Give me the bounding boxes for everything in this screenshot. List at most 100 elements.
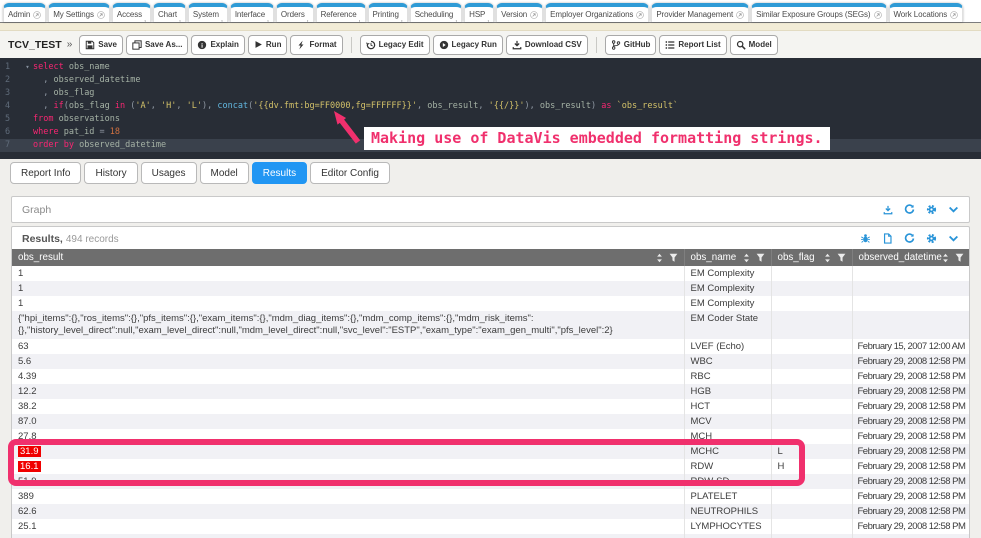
nav-tab-scheduling[interactable]: Scheduling, [410, 3, 462, 22]
results-panel: Results,494 records obs_resultobs_nameob… [11, 226, 970, 538]
button-label: Save As... [145, 40, 183, 49]
refresh-icon[interactable] [904, 233, 915, 244]
sort-icon[interactable] [824, 253, 831, 263]
table-row[interactable]: 38.2HCTFebruary 29, 2008 12:58 PM [12, 399, 969, 414]
table-row[interactable]: {"hpi_items":{},"ros_items":{},"pfs_item… [12, 311, 969, 339]
nav-tab-label: Access [117, 10, 142, 19]
table-row[interactable]: 63LVEF (Echo)February 15, 2007 12:00 AM [12, 339, 969, 354]
table-row[interactable]: 389PLATELETFebruary 29, 2008 12:58 PM [12, 489, 969, 504]
nav-tab-similar-exposure-groups-segs[interactable]: Similar Exposure Groups (SEGs) [751, 3, 886, 22]
chevron-down-icon[interactable] [948, 233, 959, 244]
table-row[interactable]: 12.2HGBFebruary 29, 2008 12:58 PM [12, 384, 969, 399]
tab-model[interactable]: Model [200, 162, 249, 184]
nav-tab-reference[interactable]: Reference, [316, 3, 366, 22]
github-button[interactable]: GitHub [605, 35, 657, 55]
column-header-obs-flag[interactable]: obs_flag [771, 249, 852, 266]
run-button[interactable]: Run [248, 35, 288, 55]
cell-observed-datetime: February 29, 2008 12:58 PM [852, 444, 969, 459]
model-button[interactable]: Model [730, 35, 778, 55]
cell-observed-datetime: February 29, 2008 12:58 PM [852, 369, 969, 384]
view-tabs: Report InfoHistoryUsagesModelResultsEdit… [0, 162, 981, 184]
format-button[interactable]: Format [290, 35, 342, 55]
explain-button[interactable]: iExplain [191, 35, 244, 55]
table-row[interactable]: 5.6WBCFebruary 29, 2008 12:58 PM [12, 354, 969, 369]
cell-obs-name: EM Coder State [684, 311, 771, 339]
tab-results[interactable]: Results [252, 162, 307, 184]
graph-panel: Graph [11, 196, 970, 223]
download-csv-button[interactable]: Download CSV [506, 35, 588, 55]
tab-history[interactable]: History [84, 162, 137, 184]
button-label: Report List [678, 40, 720, 49]
nav-tab-employer-organizations[interactable]: Employer Organizations [545, 3, 649, 22]
report-name-expander[interactable]: » [67, 39, 73, 50]
nav-tab-version[interactable]: Version [496, 3, 543, 22]
save-button[interactable]: Save [79, 35, 123, 55]
nav-tab-provider-management[interactable]: Provider Management [651, 3, 749, 22]
svg-text:i: i [202, 42, 204, 49]
cell-obs-result: 1 [12, 296, 684, 311]
table-row[interactable]: 1EM Complexity [12, 296, 969, 311]
sort-icon[interactable] [743, 253, 750, 263]
nav-tab-printing[interactable]: Printing, [368, 3, 408, 22]
bug-icon[interactable] [860, 233, 871, 244]
list-icon [665, 40, 675, 50]
nav-tab-chart[interactable]: Chart, [153, 3, 186, 22]
legacy-run-button[interactable]: Legacy Run [433, 35, 503, 55]
column-header-obs-name[interactable]: obs_name [684, 249, 771, 266]
cell-observed-datetime [852, 311, 969, 339]
tab-report-info[interactable]: Report Info [10, 162, 81, 184]
download-icon[interactable] [883, 205, 893, 215]
sort-icon[interactable] [656, 253, 663, 263]
menu-indicator: , [267, 17, 269, 22]
sql-editor[interactable]: 1▾select obs_name2 , observed_datetime3 … [0, 58, 981, 159]
table-row[interactable]: 25.1LYMPHOCYTESFebruary 29, 2008 12:58 P… [12, 519, 969, 534]
branch-icon [611, 40, 621, 50]
table-row[interactable]: 87.0MCVFebruary 29, 2008 12:58 PM [12, 414, 969, 429]
results-panel-title[interactable]: Results, [22, 233, 63, 245]
column-header-observed-datetime[interactable]: observed_datetime [852, 249, 969, 266]
nav-tab-hsp[interactable]: HSP, [464, 3, 494, 22]
tab-usages[interactable]: Usages [141, 162, 197, 184]
cell-obs-name: EM Complexity [684, 281, 771, 296]
line-number: 2 [0, 74, 22, 87]
info-icon: i [197, 40, 207, 50]
cell-obs-flag [771, 504, 852, 519]
funnel-icon[interactable] [955, 253, 964, 263]
column-header-obs-result[interactable]: obs_result [12, 249, 684, 266]
table-row[interactable] [12, 534, 969, 538]
results-record-count: 494 records [66, 234, 119, 245]
nav-tab-interface[interactable]: Interface, [230, 3, 274, 22]
fold-arrow-icon[interactable]: ▾ [22, 61, 33, 74]
table-row[interactable]: 4.39RBCFebruary 29, 2008 12:58 PM [12, 369, 969, 384]
app-root: AdminMy SettingsAccess,Chart,System,Inte… [0, 0, 981, 538]
sort-icon[interactable] [942, 253, 949, 263]
gear-icon[interactable] [926, 233, 937, 244]
report-list-button[interactable]: Report List [659, 35, 726, 55]
cell-obs-result: 87.0 [12, 414, 684, 429]
gear-icon[interactable] [926, 204, 937, 215]
cell-obs-name: NEUTROPHILS [684, 504, 771, 519]
nav-tab-system[interactable]: System, [188, 3, 228, 22]
graph-panel-title[interactable]: Graph [22, 204, 51, 216]
legacy-edit-button[interactable]: Legacy Edit [360, 35, 430, 55]
menu-indicator: , [144, 17, 146, 22]
cell-observed-datetime [852, 266, 969, 281]
nav-tab-my-settings[interactable]: My Settings [48, 3, 110, 22]
refresh-icon[interactable] [904, 204, 915, 215]
chevron-down-icon[interactable] [948, 204, 959, 215]
save-as-button[interactable]: Save As... [126, 35, 189, 55]
table-row[interactable]: 1EM Complexity [12, 281, 969, 296]
funnel-icon[interactable] [669, 253, 678, 263]
nav-tab-orders[interactable]: Orders, [276, 3, 314, 22]
nav-tab-work-locations[interactable]: Work Locations [889, 3, 964, 22]
nav-tab-admin[interactable]: Admin [3, 3, 46, 22]
table-row[interactable]: 1EM Complexity [12, 266, 969, 281]
cell-observed-datetime [852, 281, 969, 296]
file-icon[interactable] [882, 233, 893, 244]
funnel-icon[interactable] [756, 253, 765, 263]
table-row[interactable]: 62.6NEUTROPHILSFebruary 29, 2008 12:58 P… [12, 504, 969, 519]
tab-editor-config[interactable]: Editor Config [310, 162, 390, 184]
code-text: where pat_id = 18 [33, 126, 120, 139]
nav-tab-access[interactable]: Access, [112, 3, 151, 22]
funnel-icon[interactable] [837, 253, 846, 263]
